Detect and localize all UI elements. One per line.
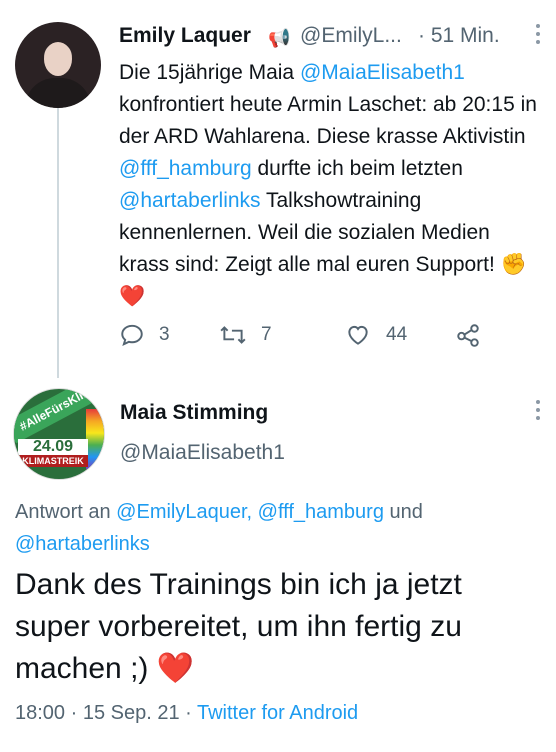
tweet-source[interactable]: Twitter for Android (197, 702, 358, 724)
tweet-text: Die 15jährige Maia @MaiaElisabeth1 konfr… (119, 57, 539, 313)
like-count: 44 (386, 324, 408, 345)
share-icon (457, 324, 479, 347)
more-options-icon[interactable] (536, 400, 542, 424)
author-name[interactable]: Emily Laquer (119, 24, 251, 48)
tweet-time[interactable]: · 51 Min. (418, 24, 500, 48)
tweet-meta: 18:00 · 15 Sep. 21 · Twitter for Android (15, 702, 358, 725)
reply-and: und (383, 501, 423, 523)
tweet-actions: 3 7 44 (119, 322, 499, 354)
avatar-tag: KLIMASTREIK (18, 455, 88, 467)
reply-count: 3 (159, 324, 170, 345)
avatar-face (44, 42, 72, 76)
more-options-icon[interactable] (536, 24, 542, 48)
mention-link[interactable]: @fff_hamburg (119, 157, 252, 180)
tweet-text: Dank des Trainings bin ich ja jetzt supe… (15, 564, 545, 690)
avatar-emily[interactable] (15, 22, 101, 108)
author-name[interactable]: Maia Stimming (120, 401, 268, 425)
share-button[interactable] (454, 322, 482, 348)
mention-link[interactable]: @hartaberlinks (119, 189, 261, 212)
like-button[interactable]: 44 (344, 322, 407, 348)
retweet-count: 7 (261, 324, 272, 345)
avatar-body (25, 78, 91, 108)
avatar-date: 24.09 (18, 439, 88, 455)
reply-icon (121, 324, 143, 347)
avatar-maia[interactable]: #AlleFürsKlima 24.09 KLIMASTREIK (13, 388, 105, 480)
tweet-body: Dank des Trainings bin ich ja jetzt supe… (15, 568, 462, 685)
text-segment: durfte ich beim letzten (251, 157, 463, 180)
retweet-button[interactable]: 7 (219, 322, 272, 348)
heart-emoji: ❤️ (156, 652, 195, 685)
text-segment: konfrontiert heute Armin Laschet: ab 20:… (119, 93, 537, 148)
author-handle[interactable]: @EmilyL... (300, 24, 402, 48)
retweet-icon (220, 326, 246, 344)
reply-prefix: Antwort an (15, 501, 117, 523)
mention-link[interactable]: @MaiaElisabeth1 (300, 61, 465, 84)
tweet-timestamp[interactable]: 18:00 · 15 Sep. 21 · (15, 702, 197, 724)
author-handle[interactable]: @MaiaElisabeth1 (120, 441, 285, 465)
reply-mention-last[interactable]: @hartaberlinks (15, 533, 150, 555)
reply-mentions[interactable]: @EmilyLaquer, @fff_hamburg (116, 501, 384, 523)
text-segment: Die 15jährige Maia (119, 61, 300, 84)
megaphone-icon: 📢 (268, 28, 291, 48)
reply-context: Antwort an @EmilyLaquer, @fff_hamburg un… (15, 496, 535, 560)
thread-connector (57, 108, 59, 378)
heart-icon (348, 325, 368, 345)
avatar-rainbow (86, 409, 104, 469)
reply-button[interactable]: 3 (119, 322, 170, 348)
